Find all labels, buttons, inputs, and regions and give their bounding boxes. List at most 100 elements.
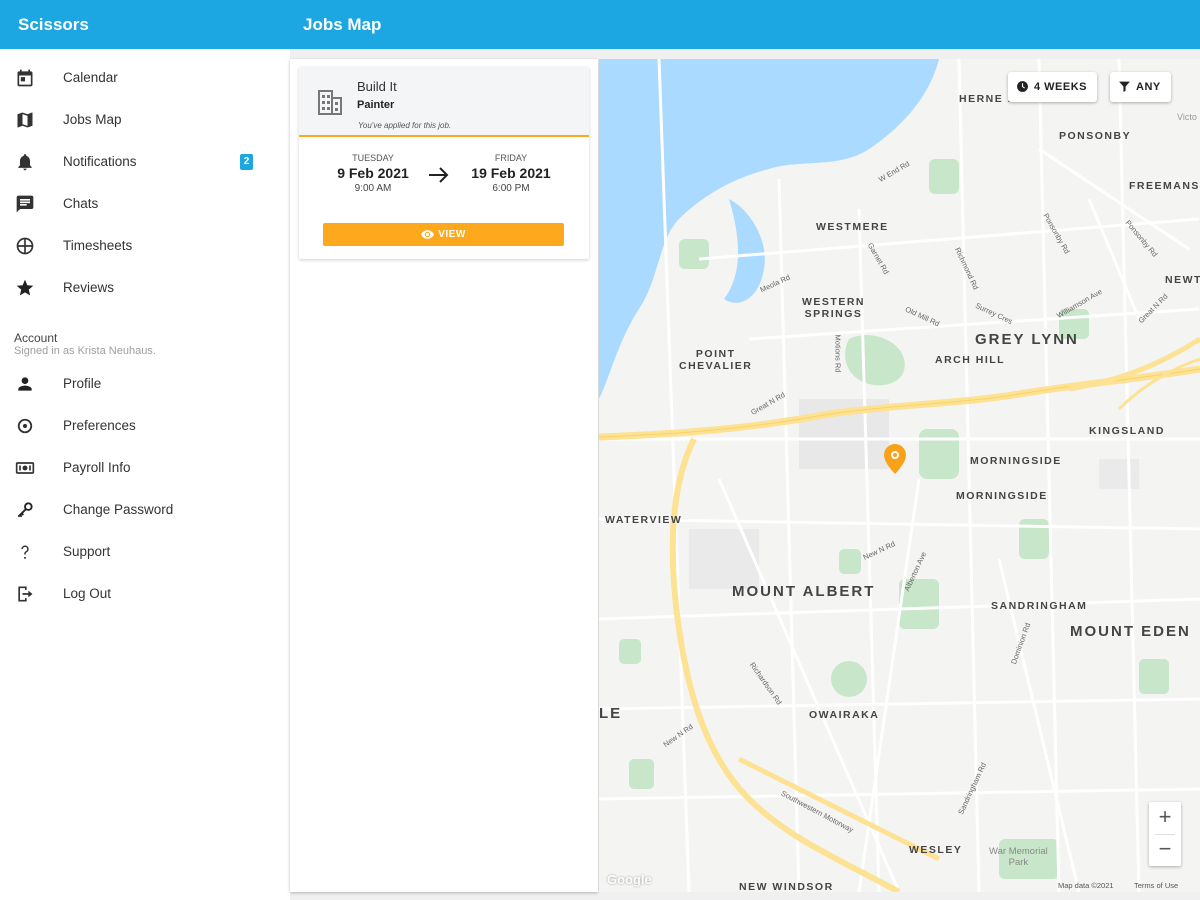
end-time: 6:00 PM <box>492 183 530 194</box>
start-day: TUESDAY <box>352 153 394 163</box>
map-label-kingsland: KINGSLAND <box>1089 425 1165 437</box>
star-icon <box>16 279 34 296</box>
map-label-sandringham: SANDRINGHAM <box>991 600 1088 612</box>
page-title: Jobs Map <box>303 15 382 34</box>
sidebar-item-label: Payroll Info <box>63 460 131 475</box>
map-label-westmere: WESTMERE <box>816 221 889 233</box>
map-label-morningside: MORNINGSIDE <box>970 455 1062 467</box>
sidebar-item-label: Calendar <box>63 70 118 85</box>
chat-icon <box>16 195 34 213</box>
person-icon <box>18 377 32 391</box>
app-bar: Scissors Jobs Map <box>0 0 1200 49</box>
end-day: FRIDAY <box>494 153 528 163</box>
sidebar-item-change-password[interactable]: Change Password <box>0 490 290 530</box>
map-label-le: LE <box>599 705 623 722</box>
account-section-title: Account <box>14 331 58 345</box>
bell-icon <box>18 154 32 171</box>
view-job-button[interactable]: VIEW <box>323 223 564 246</box>
job-list: Build It Painter You've applied for this… <box>290 59 598 892</box>
map-label-wesley: WESLEY <box>909 844 963 856</box>
type-filter-button[interactable]: ANY <box>1110 72 1171 102</box>
help-icon <box>21 545 29 559</box>
map-icon <box>17 112 33 128</box>
zoom-in-button[interactable]: + <box>1149 802 1181 834</box>
sidebar-item-label: Notifications <box>63 154 137 169</box>
map-label-waterview: WATERVIEW <box>605 514 683 526</box>
sidebar-item-chats[interactable]: Chats <box>0 184 290 224</box>
start-date: TUESDAY 9 Feb 2021 9:00 AM <box>318 153 428 194</box>
sidebar-item-label: Jobs Map <box>63 112 122 127</box>
period-filter-label: 4 WEEKS <box>1034 81 1088 93</box>
map-label-war-memorial-park: War Memorial Park <box>989 846 1048 868</box>
sidebar-item-label: Log Out <box>63 586 112 601</box>
sidebar-item-preferences[interactable]: Preferences <box>0 406 290 446</box>
view-button-label: VIEW <box>438 229 466 240</box>
main-content: Build It Painter You've applied for this… <box>290 49 1200 900</box>
map-data-attribution: Map data ©2021 <box>1058 881 1114 890</box>
period-filter-button[interactable]: 4 WEEKS <box>1008 72 1098 102</box>
sidebar-item-profile[interactable]: Profile <box>0 364 290 404</box>
filter-icon <box>1119 81 1130 92</box>
sidebar-item-label: Timesheets <box>63 238 133 253</box>
sidebar-item-label: Profile <box>63 376 102 391</box>
street-label: Motions Rd <box>833 334 843 373</box>
sidebar-item-log-out[interactable]: Log Out <box>0 574 290 614</box>
sidebar-item-label: Support <box>63 544 111 559</box>
sidebar-item-label: Preferences <box>63 418 136 433</box>
job-card-header: Build It Painter You've applied for this… <box>299 67 589 137</box>
map-label-arch-hill: ARCH HILL <box>935 354 1006 366</box>
start-time: 9:00 AM <box>354 183 392 194</box>
job-company: Build It <box>357 79 397 94</box>
job-role: Painter <box>357 99 395 111</box>
job-card[interactable]: Build It Painter You've applied for this… <box>299 67 589 259</box>
map-label-freemans: FREEMANS <box>1129 180 1200 192</box>
job-location-pin-icon[interactable] <box>884 444 906 474</box>
sidebar-item-support[interactable]: Support <box>0 532 290 572</box>
eye-icon <box>421 230 435 239</box>
zoom-out-button[interactable]: − <box>1149 834 1181 866</box>
sidebar-item-notifications[interactable]: Notifications 2 <box>0 142 290 182</box>
app-name: Scissors <box>18 15 89 34</box>
zoom-controls: + − <box>1149 802 1181 866</box>
sidebar-item-label: Reviews <box>63 280 115 295</box>
logout-icon <box>18 586 33 602</box>
start-date-value: 9 Feb 2021 <box>337 165 409 181</box>
map-label-owairaka: OWAIRAKA <box>809 709 880 721</box>
signed-in-as: Signed in as Krista Neuhaus. <box>14 345 156 357</box>
arrow-right-icon <box>429 167 449 183</box>
sidebar-item-label: Change Password <box>63 502 174 517</box>
map-label-victoria: Victo <box>1177 112 1197 122</box>
sidebar-item-timesheets[interactable]: Timesheets <box>0 226 290 266</box>
map-label-western-springs: WESTERN SPRINGS <box>802 296 865 320</box>
map-canvas <box>599 59 1200 892</box>
sidebar-item-payroll-info[interactable]: Payroll Info <box>0 448 290 488</box>
sidebar-item-jobs-map[interactable]: Jobs Map <box>0 100 290 140</box>
key-icon <box>17 502 33 518</box>
money-icon <box>15 462 35 474</box>
map-label-ponsonby: PONSONBY <box>1059 130 1132 142</box>
map-label-mount-eden: MOUNT EDEN <box>1070 623 1191 640</box>
jobs-map[interactable]: HERNE B PONSONBY FREEMANS WESTMERE WESTE… <box>599 59 1200 892</box>
sidebar-item-calendar[interactable]: Calendar <box>0 58 290 98</box>
map-label-new-windsor: NEW WINDSOR <box>739 881 834 892</box>
sidebar-item-label: Chats <box>63 196 99 211</box>
map-label-point-chevalier: POINT CHEVALIER <box>679 348 753 372</box>
sidebar: Calendar Jobs Map Notifications 2 Chats … <box>0 49 290 900</box>
map-label-mount-albert: MOUNT ALBERT <box>732 583 876 600</box>
building-icon <box>318 90 342 115</box>
map-label-grey-lynn: GREY LYNN <box>975 331 1079 348</box>
notification-badge: 2 <box>240 154 253 170</box>
type-filter-label: ANY <box>1136 81 1161 93</box>
terms-of-use-link[interactable]: Terms of Use <box>1134 881 1178 890</box>
map-label-morningside-2: MORNINGSIDE <box>956 490 1048 502</box>
clock-icon <box>1017 81 1028 92</box>
end-date: FRIDAY 19 Feb 2021 6:00 PM <box>456 153 566 194</box>
calendar-icon <box>17 69 33 87</box>
settings-icon <box>17 418 33 434</box>
application-status: You've applied for this job. <box>358 121 452 130</box>
end-date-value: 19 Feb 2021 <box>471 165 551 181</box>
map-label-newton: NEWT <box>1165 274 1200 286</box>
google-logo: Google <box>607 872 652 887</box>
timesheet-icon <box>16 237 34 255</box>
sidebar-item-reviews[interactable]: Reviews <box>0 268 290 308</box>
